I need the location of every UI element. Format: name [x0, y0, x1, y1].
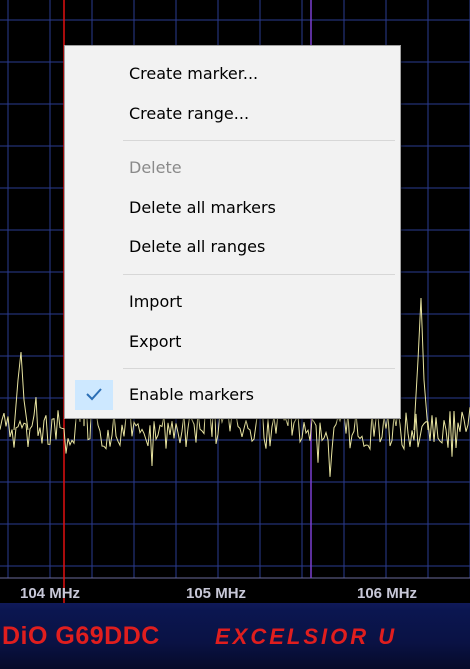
- menu-item-label: Export: [129, 332, 182, 351]
- menu-item-label: Delete: [129, 158, 182, 177]
- freq-label-105: 105 MHz: [186, 585, 247, 602]
- menu-item-label: Delete all ranges: [129, 237, 266, 256]
- context-menu: Create marker... Create range... Delete …: [64, 45, 401, 419]
- brand-banner: DiO G69DDC EXCELSIOR U: [0, 603, 470, 669]
- menu-item-import[interactable]: Import: [69, 284, 396, 320]
- freq-label-104: 104 MHz: [20, 585, 81, 602]
- menu-item-create-range[interactable]: Create range...: [69, 96, 396, 132]
- brand-model: DiO G69DDC: [2, 622, 160, 650]
- menu-separator: [123, 274, 395, 275]
- menu-item-label: Delete all markers: [129, 198, 276, 217]
- menu-separator: [123, 140, 395, 141]
- menu-item-delete-all-markers[interactable]: Delete all markers: [69, 190, 396, 226]
- menu-item-label: Create range...: [129, 104, 250, 123]
- menu-item-export[interactable]: Export: [69, 324, 396, 360]
- menu-item-label: Create marker...: [129, 64, 259, 83]
- menu-separator: [123, 368, 395, 369]
- freq-label-106: 106 MHz: [357, 585, 418, 602]
- menu-item-label: Import: [129, 292, 183, 311]
- check-icon: [86, 388, 102, 401]
- brand-edition: EXCELSIOR U: [215, 624, 398, 649]
- menu-item-enable-markers[interactable]: Enable markers: [69, 377, 396, 413]
- menu-item-label: Enable markers: [129, 385, 255, 404]
- spectrum-peak: [413, 297, 429, 431]
- check-indicator: [75, 380, 113, 410]
- spectrum-peak: [13, 351, 29, 431]
- menu-item-create-marker[interactable]: Create marker...: [69, 56, 396, 92]
- menu-item-delete: Delete: [69, 150, 396, 186]
- menu-item-delete-all-ranges[interactable]: Delete all ranges: [69, 229, 396, 265]
